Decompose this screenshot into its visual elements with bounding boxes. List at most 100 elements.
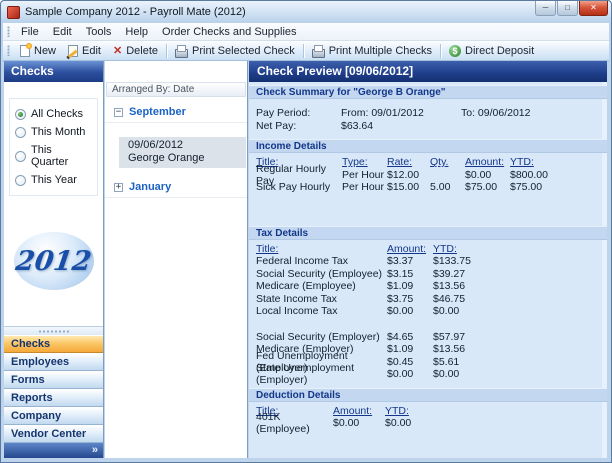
- cell: $75.00: [465, 181, 510, 193]
- print-multiple-checks-button[interactable]: Print Multiple Checks: [306, 44, 438, 58]
- income-row: Sick Pay Hourly Per Hour $15.00 5.00 $75…: [256, 181, 607, 194]
- column-header: Amount:: [387, 243, 433, 255]
- filter-label: All Checks: [31, 108, 83, 120]
- delete-button-label: Delete: [126, 45, 158, 57]
- check-list-item-selected[interactable]: 09/06/2012 George Orange: [119, 137, 246, 168]
- pay-period-from: From: 09/01/2012: [341, 107, 461, 119]
- nav-vendor-center[interactable]: Vendor Center: [4, 425, 103, 443]
- direct-deposit-button[interactable]: $ Direct Deposit: [443, 44, 540, 58]
- check-employee-name: George Orange: [128, 152, 242, 165]
- filter-this-month[interactable]: This Month: [13, 123, 94, 141]
- app-window: Sample Company 2012 - Payroll Mate (2012…: [0, 0, 612, 463]
- menu-file[interactable]: File: [14, 25, 46, 39]
- menu-edit[interactable]: Edit: [46, 25, 79, 39]
- tax-row: Federal Income Tax $3.37 $133.75: [256, 255, 607, 268]
- cell: $133.75: [433, 255, 493, 267]
- cell: $4.65: [387, 331, 433, 343]
- collapse-icon[interactable]: −: [114, 108, 123, 117]
- nav-forms[interactable]: Forms: [4, 371, 103, 389]
- edit-button-label: Edit: [82, 45, 101, 57]
- print-selected-label: Print Selected Check: [192, 45, 295, 57]
- column-header: YTD:: [510, 156, 565, 168]
- check-preview-pane: Check Preview [09/06/2012] Check Summary…: [249, 61, 607, 458]
- menu-order-checks[interactable]: Order Checks and Supplies: [155, 25, 304, 39]
- print-multiple-label: Print Multiple Checks: [329, 45, 432, 57]
- tax-table: Title: Amount: YTD: Federal Income Tax $…: [249, 240, 607, 383]
- checks-pane-header: Checks: [4, 61, 103, 82]
- delete-button[interactable]: ✕ Delete: [107, 44, 164, 58]
- income-row: Regular Hourly Pay Per Hour $12.00 $0.00…: [256, 169, 607, 182]
- sidebar-nav: Checks Employees Forms Reports Company V…: [4, 326, 103, 458]
- check-summary-header: Check Summary for "George B Orange": [249, 85, 607, 99]
- tax-row: Medicare (Employee) $1.09 $13.56: [256, 280, 607, 293]
- nav-employees[interactable]: Employees: [4, 353, 103, 371]
- pay-period-row: Pay Period: From: 09/01/2012 To: 09/06/2…: [256, 106, 607, 119]
- direct-deposit-label: Direct Deposit: [465, 45, 534, 57]
- column-header: YTD:: [385, 405, 440, 417]
- expand-icon[interactable]: +: [114, 183, 123, 192]
- group-january: + January: [105, 172, 247, 198]
- tax-row: Social Security (Employee) $3.15 $39.27: [256, 268, 607, 281]
- cell: 5.00: [430, 181, 465, 193]
- cell: $800.00: [510, 169, 565, 181]
- toolbar-grip-handle[interactable]: [7, 45, 10, 56]
- cell: $0.00: [387, 305, 433, 317]
- minimize-button[interactable]: ─: [535, 1, 556, 16]
- check-date: 09/06/2012: [128, 139, 242, 152]
- menu-grip-handle[interactable]: [7, 26, 10, 37]
- sidebar: Checks All Checks This Month This Quarte…: [4, 61, 104, 458]
- cell: Local Income Tax: [256, 305, 387, 317]
- nav-reports[interactable]: Reports: [4, 389, 103, 407]
- filter-this-year[interactable]: This Year: [13, 171, 94, 189]
- nav-splitter-handle[interactable]: [4, 326, 103, 335]
- check-summary-body: Pay Period: From: 09/01/2012 To: 09/06/2…: [249, 99, 607, 137]
- group-january-row[interactable]: + January: [105, 172, 247, 198]
- close-button[interactable]: ✕: [579, 1, 608, 16]
- edit-pencil-icon: [68, 45, 78, 57]
- column-header: YTD:: [433, 243, 493, 255]
- cell: $0.45: [387, 356, 433, 368]
- edit-button[interactable]: Edit: [62, 44, 107, 58]
- print-selected-check-button[interactable]: Print Selected Check: [169, 44, 301, 58]
- cell: $39.27: [433, 268, 493, 280]
- filter-this-quarter[interactable]: This Quarter: [13, 141, 94, 171]
- deduction-table: Title: Amount: YTD: 401K (Employee) $0.0…: [249, 402, 607, 432]
- cell: $3.37: [387, 255, 433, 267]
- check-preview-title: Check Preview [09/06/2012]: [249, 61, 607, 82]
- cell: $3.15: [387, 268, 433, 280]
- toolbar-separator: [166, 44, 167, 58]
- cell: $15.00: [387, 181, 430, 193]
- group-label: January: [129, 181, 171, 193]
- cell: $5.61: [433, 356, 493, 368]
- menu-tools[interactable]: Tools: [79, 25, 119, 39]
- cell: $12.00: [387, 169, 430, 181]
- filter-all-checks[interactable]: All Checks: [13, 105, 94, 123]
- filter-label: This Quarter: [31, 144, 92, 168]
- cell: Social Security (Employee): [256, 268, 387, 280]
- tax-group-spacer: [256, 318, 607, 331]
- radio-icon: [15, 151, 26, 162]
- cell: Federal Income Tax: [256, 255, 387, 267]
- year-logo-text: 2012: [14, 246, 94, 277]
- nav-company[interactable]: Company: [4, 407, 103, 425]
- cell: $1.09: [387, 280, 433, 292]
- group-september-row[interactable]: − September: [105, 97, 247, 123]
- nav-overflow-chevron[interactable]: »: [4, 443, 103, 458]
- nav-checks[interactable]: Checks: [4, 335, 103, 353]
- deduction-row: 401K (Employee) $0.00 $0.00: [256, 417, 607, 430]
- cell: $75.00: [510, 181, 565, 193]
- new-button-label: New: [34, 45, 56, 57]
- income-details-header: Income Details: [249, 139, 607, 153]
- cell: $0.00: [333, 417, 385, 429]
- tax-row: State Income Tax $3.75 $46.75: [256, 293, 607, 306]
- column-header: Amount:: [333, 405, 385, 417]
- new-button[interactable]: New: [14, 44, 62, 58]
- maximize-button[interactable]: □: [557, 1, 578, 16]
- arranged-by-header[interactable]: Arranged By: Date: [106, 82, 246, 97]
- radio-icon: [15, 175, 26, 186]
- cell: Per Hour: [342, 169, 387, 181]
- column-header: Title:: [256, 243, 387, 255]
- menu-help[interactable]: Help: [118, 25, 155, 39]
- cell: 401K (Employee): [256, 411, 333, 435]
- toolbar-separator: [303, 44, 304, 58]
